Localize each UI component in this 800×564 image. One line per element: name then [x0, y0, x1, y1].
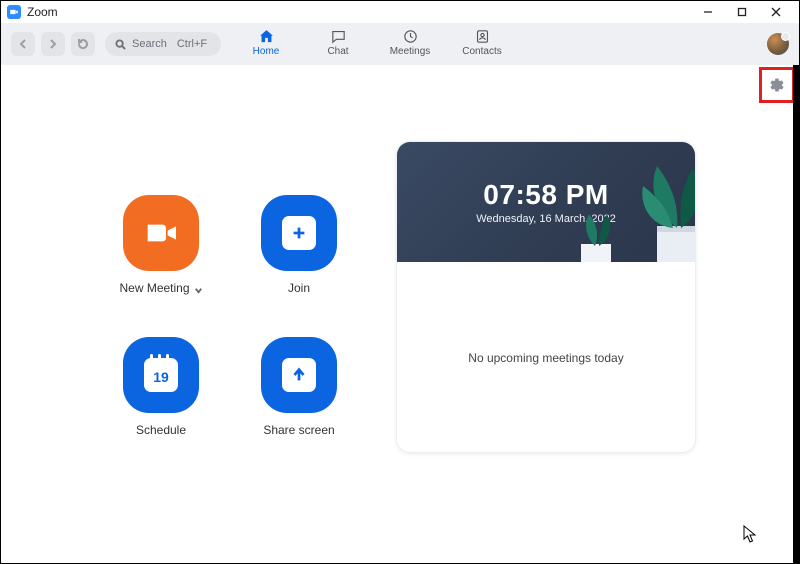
- schedule-icon: 19: [123, 337, 199, 413]
- tab-chat-label: Chat: [327, 46, 348, 57]
- new-meeting-action[interactable]: New Meeting: [101, 195, 221, 295]
- join-icon: [261, 195, 337, 271]
- tab-contacts[interactable]: Contacts: [460, 27, 504, 57]
- nav-forward-button[interactable]: [41, 32, 65, 56]
- plus-icon: [282, 216, 316, 250]
- zoom-app-icon: [7, 5, 21, 19]
- plant-decoration: [599, 142, 695, 262]
- schedule-day: 19: [153, 369, 169, 385]
- window-title: Zoom: [27, 5, 58, 19]
- nav-history-button[interactable]: [71, 32, 95, 56]
- clock-hero: 07:58 PM Wednesday, 16 March, 2022: [397, 142, 695, 262]
- new-meeting-label: New Meeting: [119, 281, 189, 295]
- search-input[interactable]: Search Ctrl+F: [105, 32, 221, 56]
- join-label: Join: [288, 281, 310, 295]
- profile-avatar[interactable]: [767, 33, 789, 55]
- mouse-cursor: [743, 525, 757, 543]
- action-grid: New Meeting Join: [101, 195, 359, 437]
- tab-home-label: Home: [253, 46, 280, 57]
- calendar-icon: 19: [144, 358, 178, 392]
- tab-chat[interactable]: Chat: [316, 27, 360, 57]
- no-meetings-message: No upcoming meetings today: [468, 351, 623, 365]
- search-placeholder: Search: [132, 38, 167, 50]
- toolbar: Search Ctrl+F Home Chat Meetings Contact…: [1, 23, 799, 65]
- tab-contacts-label: Contacts: [462, 46, 501, 57]
- maximize-button[interactable]: [725, 1, 759, 23]
- plant-decoration-small: [573, 208, 613, 262]
- clock-time: 07:58 PM: [483, 179, 608, 211]
- schedule-action[interactable]: 19 Schedule: [101, 337, 221, 437]
- share-screen-label: Share screen: [263, 423, 334, 437]
- tab-home[interactable]: Home: [244, 27, 288, 57]
- arrow-up-icon: [282, 358, 316, 392]
- minimize-button[interactable]: [691, 1, 725, 23]
- share-screen-action[interactable]: Share screen: [239, 337, 359, 437]
- new-meeting-icon: [123, 195, 199, 271]
- content-area: New Meeting Join: [1, 65, 799, 563]
- join-action[interactable]: Join: [239, 195, 359, 295]
- video-camera-icon: [141, 213, 181, 253]
- share-screen-icon: [261, 337, 337, 413]
- close-button[interactable]: [759, 1, 793, 23]
- chat-icon: [329, 27, 347, 45]
- tab-meetings[interactable]: Meetings: [388, 27, 432, 57]
- schedule-label: Schedule: [136, 423, 186, 437]
- nav-back-button[interactable]: [11, 32, 35, 56]
- chevron-down-icon[interactable]: [194, 284, 203, 293]
- titlebar: Zoom: [1, 1, 799, 23]
- meetings-icon: [401, 27, 419, 45]
- home-icon: [257, 27, 275, 45]
- main-tabs: Home Chat Meetings Contacts: [244, 23, 504, 65]
- contacts-icon: [473, 27, 491, 45]
- tab-meetings-label: Meetings: [390, 46, 431, 57]
- upcoming-panel: 07:58 PM Wednesday, 16 March, 2022 No up…: [396, 141, 696, 453]
- search-shortcut: Ctrl+F: [177, 38, 207, 50]
- search-icon: [115, 39, 126, 50]
- window-edge: [793, 65, 799, 563]
